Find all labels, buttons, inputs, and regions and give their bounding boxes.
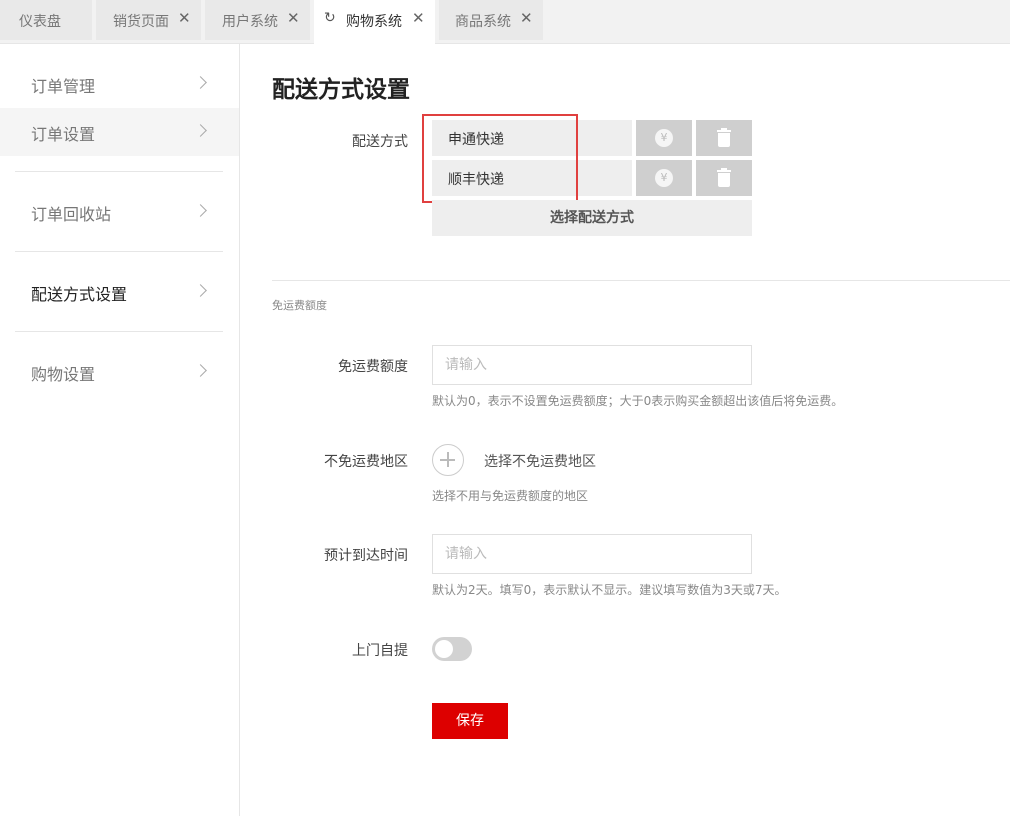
sidebar-item-label: 订单回收站: [31, 205, 112, 224]
page-title: 配送方式设置: [272, 77, 410, 103]
tab-label: 商品系统: [455, 14, 511, 30]
sidebar-divider: [15, 171, 223, 172]
select-excluded-regions-link[interactable]: 选择不免运费地区: [484, 451, 596, 471]
pickup-label: 上门自提: [352, 643, 408, 659]
sidebar-item-order-recycle-bin[interactable]: 订单回收站: [0, 188, 239, 236]
close-icon[interactable]: ✕: [287, 9, 300, 27]
add-region-button[interactable]: [432, 444, 464, 476]
excluded-regions-hint: 选择不用与免运费额度的地区: [432, 489, 589, 503]
sidebar-item-label: 订单管理: [31, 77, 96, 96]
save-button[interactable]: 保存: [432, 703, 508, 739]
close-icon[interactable]: ✕: [520, 9, 533, 27]
chevron-right-icon: [194, 76, 207, 89]
arrival-time-label: 预计到达时间: [324, 548, 408, 564]
tab-dashboard[interactable]: 仪表盘: [0, 0, 92, 40]
sidebar-item-label: 配送方式设置: [31, 285, 128, 304]
tab-shopping-system[interactable]: ↻ 购物系统 ✕: [314, 0, 435, 44]
sidebar-divider: [15, 251, 223, 252]
tab-label: 销货页面: [113, 14, 169, 30]
shipping-method-label: 配送方式: [352, 134, 408, 150]
arrival-time-hint: 默认为2天。填写0，表示默认不显示。建议填写数值为3天或7天。: [432, 583, 787, 597]
yen-icon: ¥: [655, 169, 673, 187]
choose-shipping-method-button[interactable]: 选择配送方式: [432, 200, 752, 236]
highlight-box: [422, 114, 578, 203]
tab-product-system[interactable]: 商品系统 ✕: [439, 0, 543, 40]
sidebar-item-order-settings[interactable]: 订单设置: [0, 108, 239, 156]
chevron-right-icon: [194, 204, 207, 217]
toggle-knob: [435, 640, 453, 658]
section-label: 免运费额度: [272, 299, 327, 312]
sidebar: 订单管理 订单设置 订单回收站 配送方式设置 购物设置: [0, 44, 240, 816]
sidebar-divider: [15, 331, 223, 332]
delete-button[interactable]: [696, 160, 752, 196]
reload-icon[interactable]: ↻: [324, 10, 336, 26]
chevron-right-icon: [194, 284, 207, 297]
close-icon[interactable]: ✕: [412, 9, 425, 27]
excluded-regions-label: 不免运费地区: [324, 454, 408, 470]
section-divider: [272, 280, 1010, 281]
tab-user-system[interactable]: 用户系统 ✕: [205, 0, 310, 40]
sidebar-item-label: 购物设置: [31, 365, 96, 384]
price-button[interactable]: ¥: [636, 160, 692, 196]
free-shipping-amount-input[interactable]: [432, 345, 752, 385]
tab-bar: 仪表盘 销货页面 ✕ 用户系统 ✕ ↻ 购物系统 ✕ 商品系统 ✕: [0, 0, 1010, 44]
arrival-time-input[interactable]: [432, 534, 752, 574]
trash-icon: [717, 128, 731, 148]
sidebar-item-shipping-settings[interactable]: 配送方式设置: [0, 268, 239, 316]
sidebar-item-order-management[interactable]: 订单管理: [0, 60, 239, 108]
free-shipping-amount-label: 免运费额度: [338, 359, 408, 375]
yen-icon: ¥: [655, 129, 673, 147]
trash-icon: [717, 168, 731, 188]
sidebar-item-shopping-settings[interactable]: 购物设置: [0, 348, 239, 396]
pickup-toggle[interactable]: [432, 637, 472, 661]
delete-button[interactable]: [696, 120, 752, 156]
tab-label: 购物系统: [346, 14, 402, 30]
price-button[interactable]: ¥: [636, 120, 692, 156]
free-shipping-amount-hint: 默认为0，表示不设置免运费额度；大于0表示购买金额超出该值后将免运费。: [432, 394, 844, 408]
chevron-right-icon: [194, 124, 207, 137]
tab-sales-page[interactable]: 销货页面 ✕: [96, 0, 201, 40]
tab-label: 仪表盘: [19, 14, 61, 30]
close-icon[interactable]: ✕: [178, 9, 191, 27]
tab-label: 用户系统: [222, 14, 278, 30]
chevron-right-icon: [194, 364, 207, 377]
sidebar-item-label: 订单设置: [31, 125, 96, 144]
